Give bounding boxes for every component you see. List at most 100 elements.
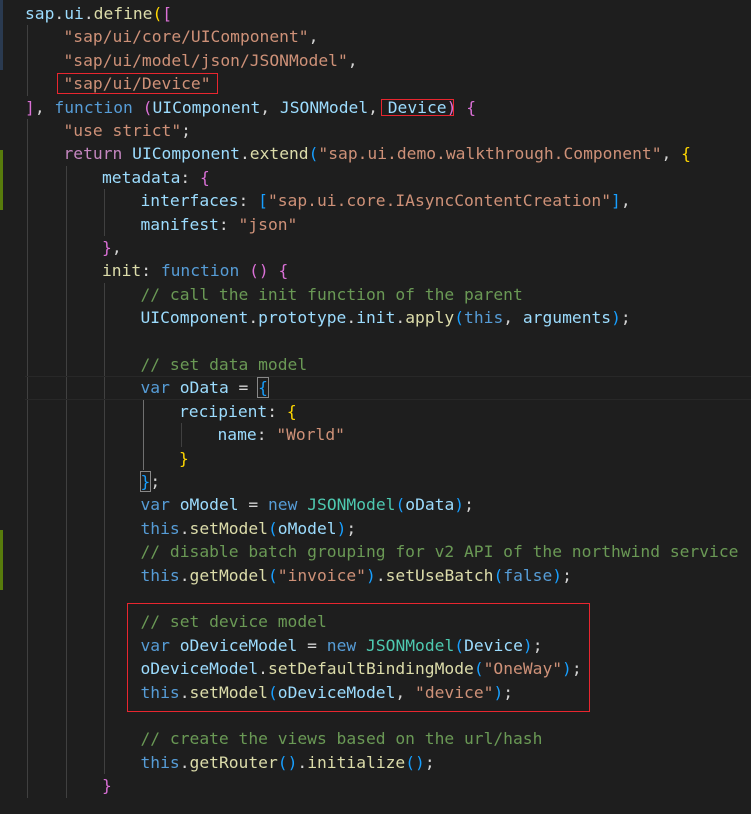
- token: :: [238, 191, 259, 211]
- code-line-16[interactable]: // set data model: [141, 353, 308, 377]
- token: (: [267, 565, 278, 585]
- token: arguments: [522, 308, 612, 328]
- token: apply: [405, 308, 455, 328]
- token: }: [139, 471, 152, 492]
- code-line-7[interactable]: return UIComponent.extend("sap.ui.demo.w…: [64, 142, 691, 166]
- code-line-33[interactable]: this.getRouter().initialize();: [141, 751, 435, 775]
- token: oData: [179, 378, 229, 398]
- token: ,: [260, 97, 280, 117]
- code-line-12[interactable]: init: function () {: [102, 259, 288, 283]
- token: ,: [620, 191, 631, 211]
- token: oData: [405, 495, 455, 515]
- token: define: [93, 4, 153, 23]
- code-line-2[interactable]: "sap/ui/core/UIComponent",: [64, 25, 319, 49]
- token: }: [102, 238, 112, 257]
- token: ,: [503, 308, 523, 328]
- token: ;: [562, 565, 572, 585]
- token: "World": [276, 425, 345, 445]
- token: [: [258, 191, 268, 211]
- token: ]: [25, 97, 35, 117]
- token: this: [464, 308, 504, 328]
- code-line-32[interactable]: // create the views based on the url/has…: [141, 727, 543, 751]
- token: :: [218, 214, 239, 234]
- token: }: [179, 448, 189, 468]
- token: (: [249, 261, 259, 281]
- code-line-8[interactable]: metadata: {: [102, 166, 210, 190]
- token: false: [503, 565, 553, 585]
- token: ,: [111, 238, 122, 257]
- code-line-11[interactable]: },: [102, 236, 122, 260]
- token: // set data model: [140, 355, 308, 374]
- code-line-22[interactable]: var oModel = new JSONModel(oData);: [141, 493, 474, 517]
- token: (: [405, 752, 416, 772]
- code-line-10[interactable]: manifest: "json": [141, 213, 298, 237]
- token: function: [54, 97, 133, 117]
- token: UIComponent: [132, 144, 240, 164]
- token: (: [142, 97, 153, 117]
- token: .: [179, 752, 190, 772]
- token: .: [179, 565, 190, 585]
- code-line-21[interactable]: };: [139, 470, 161, 494]
- token: "sap.ui.core.IAsyncContentCreation": [267, 191, 612, 211]
- token: {: [286, 401, 297, 421]
- annotation-box-device-model-block: [126, 603, 590, 712]
- token: .: [395, 308, 406, 328]
- token: (: [152, 4, 163, 23]
- indent-guide: [27, 119, 28, 798]
- token: prototype: [258, 308, 347, 328]
- token: name: [217, 425, 257, 445]
- token: "json": [238, 214, 298, 234]
- code-editor[interactable]: sap.ui.define(["sap/ui/core/UIComponent"…: [0, 0, 751, 814]
- indent-guide: [142, 399, 144, 470]
- token: recipient: [179, 401, 268, 421]
- token: :: [256, 425, 277, 445]
- code-line-23[interactable]: this.setModel(oModel);: [141, 517, 357, 541]
- code-line-34[interactable]: }: [102, 774, 112, 798]
- token: {: [681, 144, 691, 164]
- token: ;: [346, 518, 357, 538]
- code-line-14[interactable]: UIComponent.prototype.init.apply(this, a…: [141, 306, 631, 330]
- indent-guide: [65, 165, 67, 798]
- token: .: [346, 308, 357, 328]
- token: ): [415, 752, 425, 772]
- token: (: [277, 752, 288, 772]
- code-line-9[interactable]: interfaces: ["sap.ui.core.IAsyncContentC…: [141, 189, 631, 213]
- token: // call the init function of the parent: [140, 284, 523, 304]
- indent-guide: [104, 189, 105, 236]
- code-line-24[interactable]: // disable batch grouping for v2 API of …: [141, 540, 739, 564]
- token: {: [257, 377, 269, 399]
- token: "use strict": [63, 121, 182, 140]
- code-line-19[interactable]: name: "World": [218, 423, 345, 447]
- code-line-3[interactable]: "sap/ui/model/json/JSONModel",: [64, 49, 358, 73]
- token: :: [180, 167, 201, 187]
- code-line-17[interactable]: var oData = {: [141, 376, 269, 400]
- code-line-6[interactable]: "use strict";: [64, 119, 191, 143]
- token: ;: [150, 472, 161, 491]
- token: metadata: [102, 167, 181, 187]
- token: extend: [249, 144, 309, 164]
- token: init: [356, 308, 396, 328]
- code-line-20[interactable]: }: [179, 447, 189, 471]
- annotation-box-device-param: [380, 98, 454, 116]
- token: "sap/ui/model/json/JSONModel": [63, 50, 348, 70]
- indent-guide: [27, 25, 28, 96]
- token: (: [454, 308, 465, 328]
- token: JSONModel: [307, 495, 396, 515]
- token: var: [140, 495, 170, 515]
- token: oModel: [277, 518, 337, 538]
- token: [: [162, 4, 173, 23]
- token: =: [228, 378, 259, 398]
- token: ,: [308, 27, 319, 47]
- code-line-13[interactable]: // call the init function of the parent: [141, 283, 523, 307]
- token: this: [140, 752, 180, 772]
- token: ): [552, 565, 563, 585]
- code-line-18[interactable]: recipient: {: [179, 400, 297, 424]
- code-line-25[interactable]: this.getModel("invoice").setUseBatch(fal…: [141, 564, 572, 588]
- code-line-1[interactable]: sap.ui.define([: [25, 2, 172, 26]
